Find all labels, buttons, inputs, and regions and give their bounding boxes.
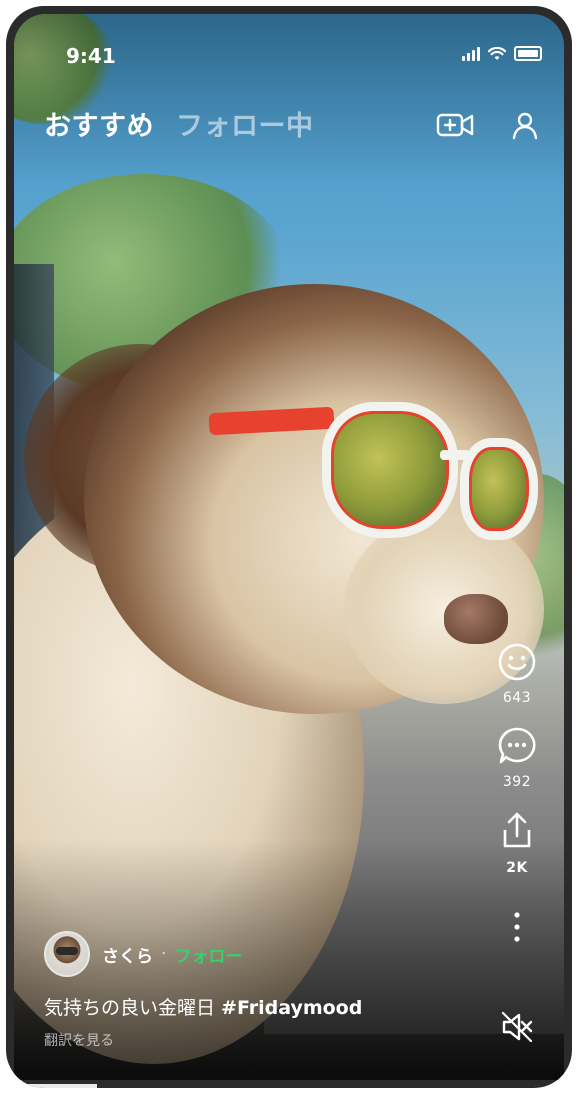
share-icon[interactable]	[497, 810, 537, 852]
comment-count: 392	[502, 774, 532, 790]
status-bar: 9:41	[14, 14, 564, 74]
live-camera-icon[interactable]	[436, 110, 476, 140]
post-caption: さくら · フォロー 気持ちの良い金曜日 #Fridaymood 翻訳を見る	[44, 931, 484, 1050]
follow-button[interactable]: フォロー	[174, 942, 242, 967]
tab-recommended[interactable]: おすすめ	[44, 104, 154, 143]
description-text: 気持ちの良い金曜日	[44, 997, 222, 1019]
comment-action[interactable]: 392	[497, 726, 537, 790]
sunglasses-lens	[460, 438, 538, 540]
tab-following[interactable]: フォロー中	[176, 104, 314, 143]
wifi-icon	[488, 47, 506, 60]
sunglasses-lens	[322, 402, 458, 538]
cellular-signal-icon	[462, 47, 480, 61]
post-description: 気持ちの良い金曜日 #Fridaymood	[44, 993, 484, 1020]
avatar[interactable]	[44, 931, 90, 977]
profile-icon[interactable]	[510, 110, 540, 140]
status-icons	[462, 46, 542, 61]
video-player[interactable]: 9:41 おすすめ フォロー中 643 392 2K さくら · フォロー 気持…	[14, 14, 564, 1080]
phone-frame: 9:41 おすすめ フォロー中 643 392 2K さくら · フォロー 気持…	[6, 6, 572, 1088]
playback-progress[interactable]	[14, 1084, 97, 1088]
battery-icon	[514, 46, 542, 61]
feed-tabs: おすすめ フォロー中	[44, 104, 314, 143]
like-count: 643	[502, 690, 532, 706]
share-action[interactable]: 2K	[497, 810, 537, 876]
status-time: 9:41	[66, 44, 116, 68]
author-name[interactable]: さくら	[102, 942, 153, 967]
more-action[interactable]	[507, 910, 527, 944]
separator-dot: ·	[161, 944, 167, 964]
hashtag-link[interactable]: #Fridaymood	[221, 997, 362, 1019]
more-vertical-icon[interactable]	[507, 910, 527, 944]
action-rail: 643 392 2K	[492, 642, 542, 964]
comment-icon[interactable]	[497, 726, 537, 766]
author-row: さくら · フォロー	[44, 931, 484, 977]
dog-nose	[444, 594, 508, 644]
like-action[interactable]: 643	[497, 642, 537, 706]
translate-link[interactable]: 翻訳を見る	[44, 1030, 484, 1050]
share-count: 2K	[506, 860, 528, 876]
mute-icon[interactable]	[500, 1010, 534, 1044]
smile-reaction-icon[interactable]	[497, 642, 537, 682]
top-actions	[436, 110, 540, 140]
